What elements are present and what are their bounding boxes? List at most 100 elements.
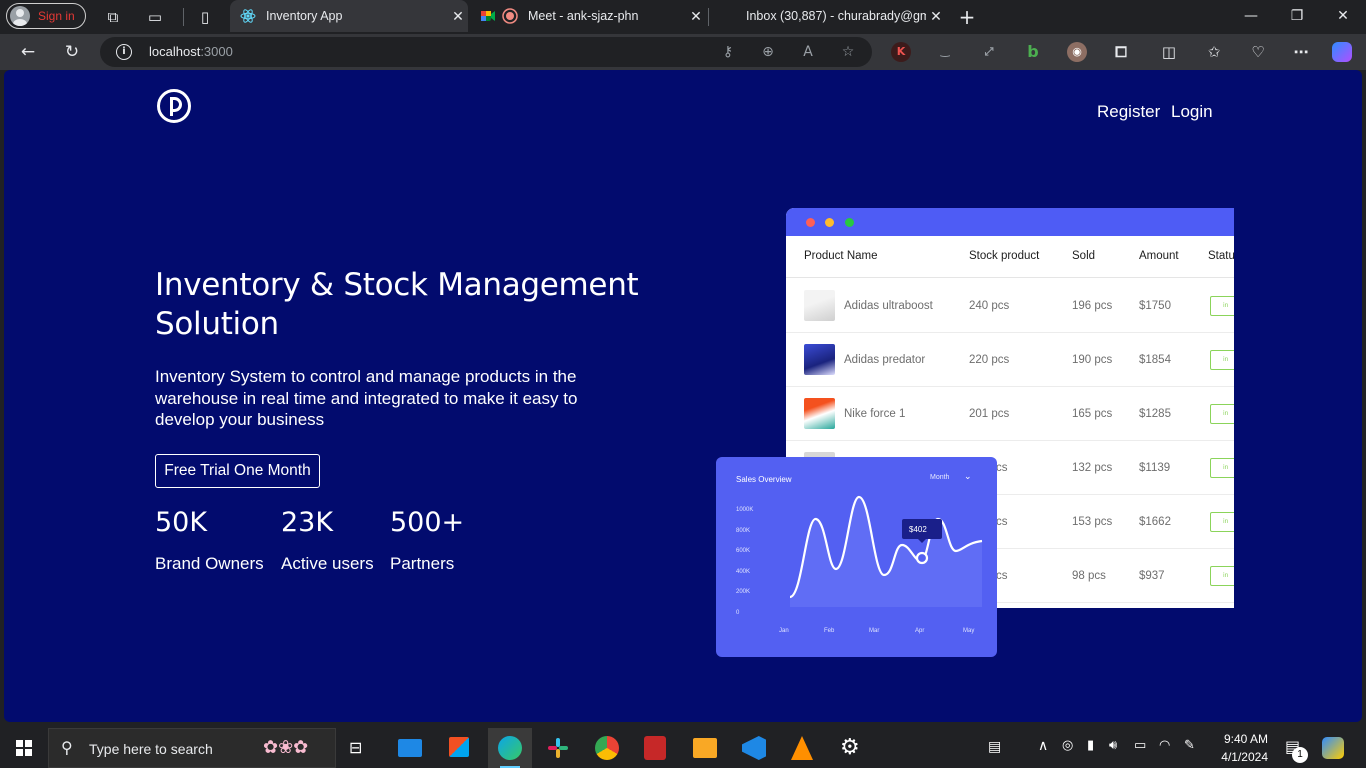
stat-label: Partners (390, 554, 455, 573)
refresh-icon[interactable]: ↻ (60, 40, 84, 64)
edge-icon (498, 736, 522, 760)
product-amount: $937 (1139, 570, 1165, 582)
favorite-star-icon[interactable]: ☆ (839, 43, 857, 61)
new-tab-icon[interactable]: + (958, 7, 976, 27)
react-icon (240, 9, 256, 23)
login-link[interactable]: Login (1171, 102, 1213, 122)
product-thumbnail (804, 290, 835, 321)
x-tick: Feb (824, 628, 835, 634)
widgets-icon[interactable]: ▤ (988, 739, 1001, 755)
product-name: Nike force 1 (844, 408, 906, 420)
extension-face-icon[interactable]: ‿ (935, 42, 955, 62)
status-badge: in (1210, 404, 1234, 424)
tab-inbox[interactable]: Inbox (30,887) - churabrady@gm ✕ (710, 0, 946, 32)
tab-divider (708, 8, 709, 26)
minimize-button[interactable]: — (1228, 0, 1274, 32)
extension-b-icon[interactable]: b (1023, 42, 1043, 62)
table-row: Nike force 1 201 pcs 165 pcs $1285 in (786, 387, 1234, 441)
web-page: Register Login Inventory & Stock Managem… (4, 70, 1362, 722)
close-tab-icon[interactable]: ✕ (448, 8, 468, 25)
edge-app-button[interactable] (488, 728, 532, 768)
browser-toolbar: ← ↻ i localhost:3000 ⚷ ⊕ A ☆ K ‿ ⤢ b ◉ ⧠… (0, 34, 1366, 70)
cherry-blossom-icon: ✿❀✿ (263, 737, 309, 758)
page-icon[interactable]: ▯ (196, 8, 214, 26)
vscode-icon[interactable] (742, 736, 766, 760)
extensions-puzzle-icon[interactable]: ⧠ (1111, 42, 1131, 62)
product-sold: 190 pcs (1072, 354, 1113, 366)
extension-owl-icon[interactable]: ◉ (1067, 42, 1087, 62)
x-tick: Jan (779, 628, 789, 634)
acrobat-icon[interactable] (644, 736, 666, 760)
profile-button[interactable]: Sign in (6, 3, 86, 29)
key-icon[interactable]: ⚷ (719, 43, 737, 61)
tab-meet[interactable]: Meet - ank-sjaz-phn ✕ (470, 0, 706, 32)
address-bar[interactable]: i localhost:3000 ⚷ ⊕ A ☆ (100, 37, 872, 67)
url-port: :3000 (200, 44, 233, 59)
vlc-icon[interactable] (791, 736, 813, 760)
copilot-taskbar-icon[interactable] (1322, 737, 1344, 759)
store-app-icon[interactable] (449, 737, 469, 757)
slack-icon[interactable] (546, 736, 570, 760)
green-dot-icon (845, 218, 854, 227)
product-amount: $1139 (1139, 462, 1171, 474)
free-trial-button[interactable]: Free Trial One Month (155, 454, 320, 488)
restore-button[interactable]: ❐ (1274, 0, 1320, 32)
tab-actions-icon[interactable]: ▭ (146, 8, 164, 26)
browser-essentials-icon[interactable]: ♡ (1248, 42, 1268, 62)
chrome-icon[interactable] (595, 736, 619, 760)
recording-icon (502, 8, 518, 24)
browser-tab-strip: Sign in ⧉ ▭ ▯ Inventory App ✕ Meet - ank… (0, 0, 1366, 34)
zoom-icon[interactable]: ⊕ (759, 43, 777, 61)
url-text[interactable]: localhost:3000 (149, 44, 233, 59)
brand-logo-icon[interactable] (157, 89, 191, 123)
extension-k-icon[interactable]: K (891, 42, 911, 62)
microphone-icon[interactable]: ▮ (1087, 738, 1094, 753)
x-tick: Mar (869, 628, 879, 634)
stat-value: 50K (155, 507, 208, 538)
volume-icon[interactable]: 🔊︎ (1109, 738, 1117, 753)
windows-start-icon[interactable] (16, 740, 32, 756)
extension-expand-icon[interactable]: ⤢ (979, 42, 999, 62)
camera-icon[interactable]: ◎ (1062, 738, 1073, 753)
read-aloud-icon[interactable]: A (799, 43, 817, 61)
battery-icon[interactable]: ▭ (1134, 738, 1146, 753)
product-sold: 132 pcs (1072, 462, 1113, 474)
yellow-dot-icon (825, 218, 834, 227)
product-stock: 201 pcs (969, 408, 1010, 420)
back-icon[interactable]: ← (16, 40, 40, 64)
search-icon: ⚲ (61, 738, 73, 757)
product-stock: 220 pcs (969, 354, 1010, 366)
stat-label: Brand Owners (155, 554, 264, 573)
menu-dots-icon[interactable]: ⋯ (1291, 42, 1311, 62)
y-tick: 200K (736, 589, 750, 595)
taskbar-search-box[interactable]: ⚲ Type here to search ✿❀✿ (48, 728, 336, 768)
settings-gear-icon[interactable]: ⚙ (840, 735, 860, 760)
copilot-icon[interactable] (1332, 42, 1352, 62)
y-tick: 0 (736, 610, 740, 616)
search-placeholder: Type here to search (89, 741, 213, 757)
product-name: Adidas predator (844, 354, 926, 366)
column-header: Statu (1208, 250, 1234, 262)
mail-app-icon[interactable] (398, 739, 422, 757)
close-tab-icon[interactable]: ✕ (926, 8, 946, 25)
status-badge: in (1210, 458, 1234, 478)
pen-icon[interactable]: ✎ (1184, 738, 1195, 753)
clock-time[interactable]: 9:40 AM (1216, 732, 1268, 746)
chevron-up-icon[interactable]: ∧ (1038, 738, 1048, 754)
wifi-icon[interactable]: ◠ (1159, 738, 1170, 753)
tab-inventory-app[interactable]: Inventory App ✕ (230, 0, 468, 32)
y-tick: 800K (736, 528, 750, 534)
register-link[interactable]: Register (1097, 102, 1160, 122)
close-window-button[interactable]: ✕ (1320, 0, 1366, 32)
clock-date[interactable]: 4/1/2024 (1216, 750, 1268, 764)
product-stock: 240 pcs (969, 300, 1010, 312)
column-header: Sold (1072, 250, 1096, 262)
favorites-icon[interactable]: ✩ (1204, 42, 1224, 62)
workspaces-icon[interactable]: ⧉ (104, 8, 122, 26)
split-screen-icon[interactable]: ◫ (1159, 42, 1179, 62)
close-tab-icon[interactable]: ✕ (686, 8, 706, 25)
site-info-icon[interactable]: i (116, 44, 132, 60)
file-explorer-icon[interactable] (693, 738, 717, 758)
product-sold: 165 pcs (1072, 408, 1113, 420)
task-view-icon[interactable]: ⊟ (349, 738, 362, 757)
